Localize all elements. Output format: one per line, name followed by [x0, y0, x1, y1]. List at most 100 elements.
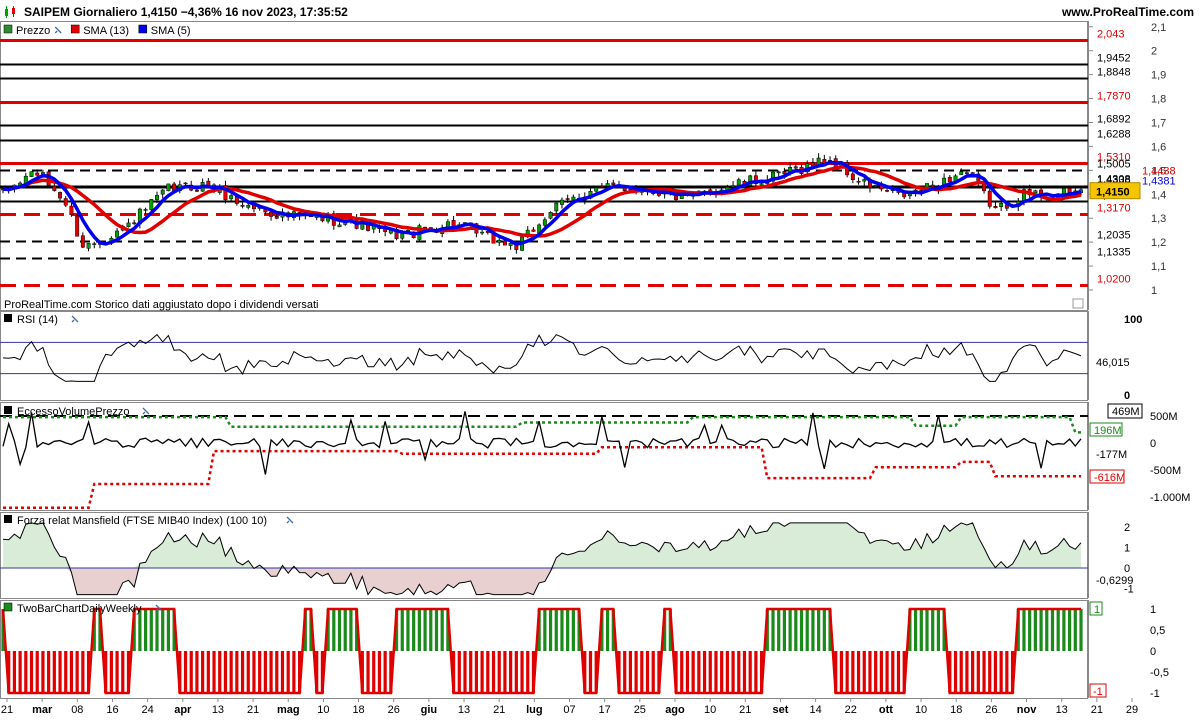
- candle-body: [594, 187, 599, 192]
- twobar-bar: [720, 651, 724, 693]
- twobar-bottom-value: -1: [1093, 686, 1103, 698]
- twobar-bar: [149, 609, 153, 651]
- twobar-bar: [246, 651, 250, 693]
- twobar-bar: [406, 609, 410, 651]
- level-label-7: 1,5005: [1097, 159, 1131, 171]
- candle-body: [502, 240, 507, 246]
- candle-body: [554, 202, 559, 212]
- mansfield-tick-1: 1: [1124, 543, 1130, 555]
- twobar-bar: [41, 651, 45, 693]
- x-label-17: 17: [599, 704, 611, 716]
- twobar-bar: [936, 609, 941, 651]
- twobar-bar: [138, 609, 142, 651]
- x-label-30: 13: [1056, 704, 1068, 716]
- candle-body: [964, 172, 969, 174]
- rsi-top-tick: 100: [1124, 314, 1142, 326]
- twobar-bar: [777, 609, 781, 651]
- twobar-bar: [18, 651, 22, 693]
- twobar-bar: [988, 651, 992, 693]
- twobar-bar: [423, 609, 427, 651]
- mansfield-tick-2: 0: [1124, 563, 1130, 575]
- x-label-6: 13: [212, 704, 224, 716]
- twobar-bar: [440, 609, 444, 651]
- legend-swatch-2: [138, 24, 148, 34]
- level-label-5: 1,6288: [1097, 129, 1131, 141]
- legend-label-0: Prezzo: [16, 25, 50, 37]
- twobar-bar: [651, 651, 655, 693]
- candle-body: [229, 195, 234, 200]
- candle-body: [149, 199, 154, 210]
- twobar-bar: [560, 609, 564, 651]
- candle-body: [759, 183, 764, 186]
- x-label-2: 08: [71, 704, 83, 716]
- twobar-bar: [571, 609, 575, 651]
- twobar-bar: [543, 609, 547, 651]
- x-label-16: 07: [563, 704, 575, 716]
- candle-body: [565, 198, 570, 200]
- mansfield-value: -0,6299: [1096, 575, 1133, 587]
- twobar-tick-2: 0: [1150, 646, 1156, 658]
- candle-body: [80, 235, 85, 248]
- twobar-bar: [417, 609, 421, 651]
- x-label-4: 24: [142, 704, 154, 716]
- twobar-bar: [183, 651, 188, 693]
- twobar-bar: [372, 651, 376, 693]
- price-ytick-label-7: 1,4: [1151, 189, 1166, 201]
- twobar-bar: [839, 651, 844, 693]
- rsi-value: 46,015: [1096, 357, 1130, 369]
- rsi-panel: [0, 311, 1088, 401]
- twobar-bar: [953, 651, 958, 693]
- x-label-8: mag: [277, 704, 300, 716]
- x-label-11: 26: [388, 704, 400, 716]
- x-label-32: 29: [1126, 704, 1138, 716]
- price-ytick-label-2: 1,9: [1151, 70, 1166, 82]
- twobar-bar: [497, 651, 501, 693]
- twobar-bar: [794, 609, 798, 651]
- twobar-bar: [588, 651, 593, 693]
- twobar-tick-1: 0,5: [1150, 625, 1165, 637]
- twobar-bar: [189, 651, 193, 693]
- twobar-bar: [605, 609, 610, 651]
- twobar-bar: [349, 609, 353, 651]
- candle-body: [885, 190, 890, 192]
- level-label-13: 1,1335: [1097, 247, 1131, 259]
- twobar-bar: [874, 651, 878, 693]
- twobar-bar: [993, 651, 998, 693]
- candle-body: [132, 222, 137, 225]
- candle-body: [58, 192, 62, 199]
- x-label-7: 21: [247, 704, 259, 716]
- twobar-bar: [925, 609, 929, 651]
- twobar-bar: [115, 651, 119, 693]
- candle-body: [731, 185, 736, 188]
- twobar-bar: [161, 609, 165, 651]
- legend-label-1: SMA (13): [83, 25, 129, 37]
- twobar-bar: [680, 651, 684, 693]
- evp-red-value: -616M: [1094, 472, 1125, 484]
- twobar-bar: [503, 651, 507, 693]
- twobar-bar: [817, 609, 821, 651]
- twobar-bar: [845, 651, 849, 693]
- chart-canvas[interactable]: 2,0431,94521,88481,78701,68921,62881,531…: [0, 0, 1200, 720]
- twobar-bar: [959, 651, 963, 693]
- level-label-4: 1,6892: [1097, 114, 1131, 126]
- candle-body: [269, 211, 274, 217]
- twobar-top-value: 1: [1094, 604, 1100, 616]
- twobar-tick-4: -1: [1150, 688, 1160, 700]
- x-label-28: 26: [985, 704, 997, 716]
- candle-body: [35, 172, 40, 176]
- twobar-bar: [1062, 609, 1066, 651]
- candle-body: [560, 199, 564, 205]
- twobar-bar: [1067, 609, 1072, 651]
- x-label-19: ago: [665, 704, 685, 716]
- price-ytick-label-1: 2: [1151, 46, 1157, 58]
- twobar-bar: [862, 651, 866, 693]
- candle-body: [86, 243, 91, 249]
- twobar-bar: [965, 651, 969, 693]
- candle-body: [999, 203, 1004, 207]
- twobar-bar: [628, 651, 633, 693]
- mansfield-label: Forza relat Mansfield (FTSE MIB40 Index)…: [17, 515, 267, 527]
- candle-body: [947, 176, 952, 183]
- twobar-bar: [143, 609, 148, 651]
- candle-body: [599, 186, 604, 188]
- candle-body: [508, 243, 513, 246]
